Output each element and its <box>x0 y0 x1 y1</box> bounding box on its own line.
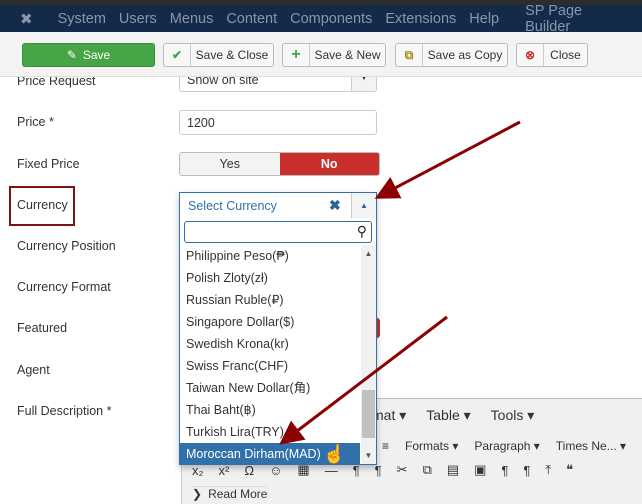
arrow-to-caret <box>374 120 521 199</box>
annotation-arrows <box>279 120 521 445</box>
arrow-to-moroccan <box>279 315 448 445</box>
